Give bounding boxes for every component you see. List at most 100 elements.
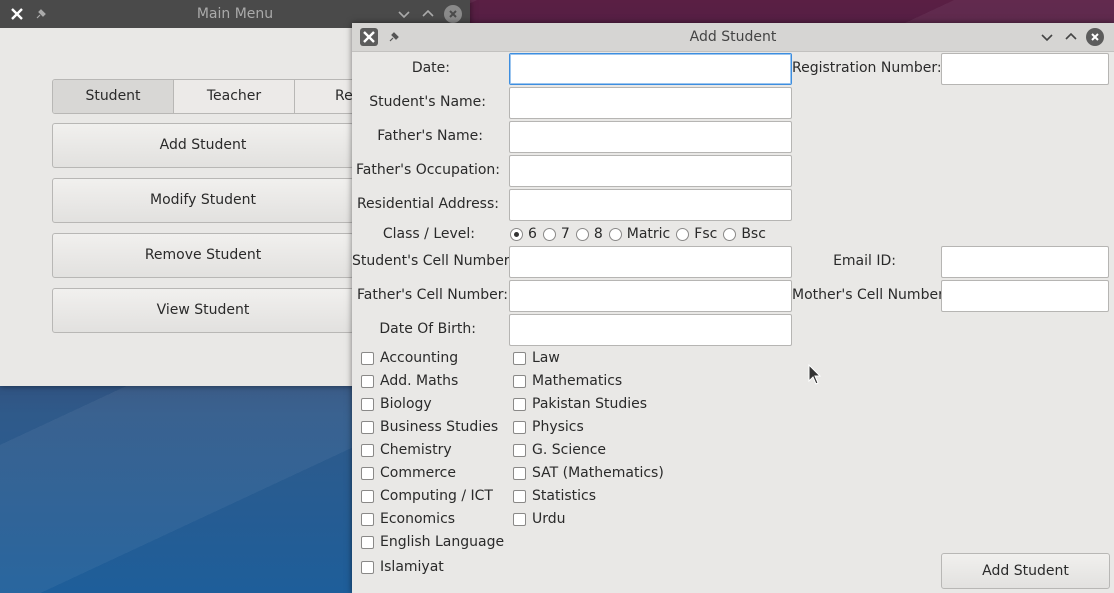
close-circle-icon[interactable]: [444, 5, 462, 23]
checkbox-icon: [513, 489, 526, 503]
checkbox-label: Economics: [380, 511, 456, 527]
close-icon[interactable]: [360, 28, 378, 46]
subject-checkbox-business-studies[interactable]: Business Studies: [361, 417, 498, 437]
class-level-label: Class / Level:: [382, 226, 475, 242]
subject-checkbox-english-language[interactable]: English Language: [361, 532, 504, 552]
add-student-titlebar[interactable]: Add Student: [352, 23, 1114, 52]
date-of-birth-field[interactable]: [509, 314, 792, 346]
students-cell-label: Student's Cell Number:: [352, 253, 515, 269]
checkbox-icon: [513, 512, 526, 526]
registration-number-label: Registration Number:: [792, 60, 942, 76]
checkbox-label: Computing / ICT: [380, 488, 493, 504]
registration-number-field[interactable]: [941, 53, 1109, 85]
checkbox-icon: [361, 374, 374, 388]
radio-class-matric[interactable]: Matric: [608, 226, 671, 242]
radio-label: 7: [560, 226, 570, 242]
pin-icon[interactable]: [32, 5, 50, 23]
radio-label: 6: [528, 226, 537, 242]
radio-class-fsc[interactable]: Fsc: [676, 226, 717, 242]
date-of-birth-label: Date Of Birth:: [379, 321, 476, 337]
subject-checkbox-islamiyat[interactable]: Islamiyat: [361, 557, 444, 577]
date-field[interactable]: [509, 53, 792, 85]
checkbox-icon: [361, 443, 374, 457]
email-id-label: Email ID:: [833, 253, 896, 269]
radio-unchecked-icon: [723, 227, 737, 241]
pin-icon[interactable]: [385, 28, 403, 46]
minimize-icon[interactable]: [395, 5, 413, 23]
subject-checkbox-biology[interactable]: Biology: [361, 394, 432, 414]
checkbox-label: Physics: [532, 419, 584, 435]
checkbox-icon: [361, 489, 374, 503]
subject-checkbox-g-science[interactable]: G. Science: [513, 440, 606, 460]
checkbox-icon: [513, 397, 526, 411]
email-id-field[interactable]: [941, 246, 1109, 278]
checkbox-icon: [513, 466, 526, 480]
checkbox-label: Business Studies: [380, 419, 499, 435]
checkbox-icon: [361, 420, 374, 434]
subject-checkbox-mathematics[interactable]: Mathematics: [513, 371, 622, 391]
radio-class-8[interactable]: 8: [575, 226, 603, 242]
radio-unchecked-icon: [608, 227, 622, 241]
radio-class-bsc[interactable]: Bsc: [723, 226, 766, 242]
fathers-cell-field[interactable]: [509, 280, 792, 312]
residential-address-field[interactable]: [509, 189, 792, 221]
class-level-radio-group: 6 7 8 Matric Fsc Bsc: [510, 224, 772, 244]
add-student-menu-button[interactable]: Add Student: [52, 123, 354, 168]
students-name-field[interactable]: [509, 87, 792, 119]
mouse-pointer-icon: [808, 363, 822, 390]
checkbox-icon: [513, 420, 526, 434]
subject-checkbox-add-maths[interactable]: Add. Maths: [361, 371, 458, 391]
close-circle-icon[interactable]: [1086, 28, 1104, 46]
subject-checkbox-sat-mathematics[interactable]: SAT (Mathematics): [513, 463, 664, 483]
maximize-icon[interactable]: [1062, 28, 1080, 46]
subject-checkbox-economics[interactable]: Economics: [361, 509, 455, 529]
modify-student-button[interactable]: Modify Student: [52, 178, 354, 223]
subject-checkbox-statistics[interactable]: Statistics: [513, 486, 596, 506]
checkbox-label: Add. Maths: [380, 373, 459, 389]
subject-checkbox-commerce[interactable]: Commerce: [361, 463, 456, 483]
window-title: Add Student: [689, 29, 777, 45]
date-label: Date:: [411, 60, 450, 76]
radio-label: 8: [593, 226, 603, 242]
checkbox-label: Islamiyat: [380, 559, 444, 575]
radio-unchecked-icon: [575, 227, 589, 241]
maximize-icon[interactable]: [419, 5, 437, 23]
subject-checkbox-chemistry[interactable]: Chemistry: [361, 440, 452, 460]
checkbox-icon: [361, 560, 374, 574]
checkbox-icon: [361, 466, 374, 480]
subject-checkbox-physics[interactable]: Physics: [513, 417, 584, 437]
subject-checkbox-urdu[interactable]: Urdu: [513, 509, 566, 529]
radio-unchecked-icon: [542, 227, 556, 241]
checkbox-label: Commerce: [380, 465, 456, 481]
view-student-button[interactable]: View Student: [52, 288, 354, 333]
residential-address-label: Residential Address:: [356, 196, 499, 212]
checkbox-icon: [513, 351, 526, 365]
radio-class-6[interactable]: 6: [510, 226, 537, 242]
mothers-cell-label: Mother's Cell Number:: [792, 287, 949, 303]
radio-label: Matric: [626, 226, 671, 242]
radio-class-7[interactable]: 7: [542, 226, 570, 242]
fathers-occupation-label: Father's Occupation:: [356, 162, 500, 178]
radio-unchecked-icon: [676, 227, 690, 241]
subject-checkbox-law[interactable]: Law: [513, 348, 560, 368]
radio-checked-icon: [510, 227, 523, 241]
remove-student-button[interactable]: Remove Student: [52, 233, 354, 278]
subject-checkbox-pakistan-studies[interactable]: Pakistan Studies: [513, 394, 647, 414]
checkbox-label: Chemistry: [380, 442, 452, 458]
add-student-submit-button[interactable]: Add Student: [941, 553, 1110, 589]
subject-checkbox-accounting[interactable]: Accounting: [361, 348, 458, 368]
checkbox-label: Urdu: [532, 511, 566, 527]
checkbox-icon: [513, 443, 526, 457]
close-icon[interactable]: [8, 5, 26, 23]
fathers-name-field[interactable]: [509, 121, 792, 153]
checkbox-label: Accounting: [380, 350, 459, 366]
mothers-cell-field[interactable]: [941, 280, 1109, 312]
tab-teacher[interactable]: Teacher: [174, 80, 295, 113]
tab-student[interactable]: Student: [53, 80, 174, 113]
minimize-icon[interactable]: [1038, 28, 1056, 46]
checkbox-label: G. Science: [532, 442, 607, 458]
checkbox-label: English Language: [380, 534, 505, 550]
students-cell-field[interactable]: [509, 246, 792, 278]
subject-checkbox-computing-ict[interactable]: Computing / ICT: [361, 486, 493, 506]
fathers-occupation-field[interactable]: [509, 155, 792, 187]
